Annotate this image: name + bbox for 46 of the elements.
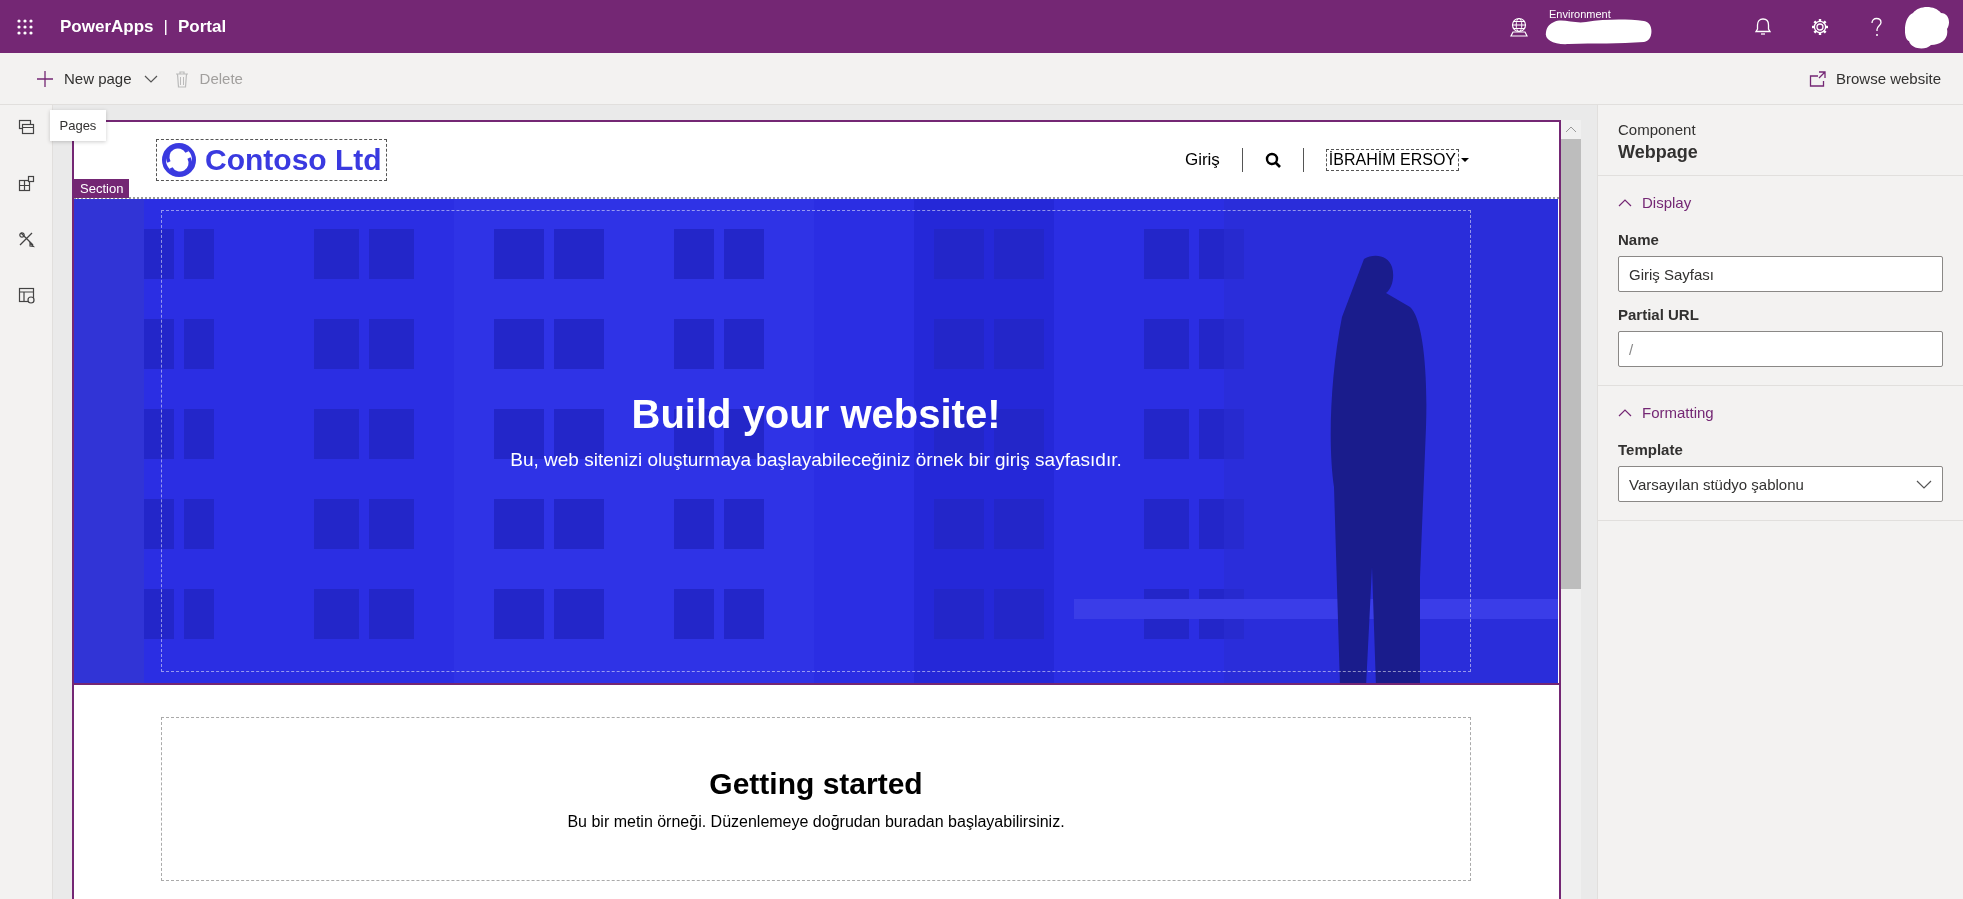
app-name: PowerApps [60,16,154,37]
app-launcher-icon[interactable] [16,17,34,36]
scrollbar-thumb[interactable] [1561,139,1581,589]
browse-website-button[interactable]: Browse website [1800,64,1949,93]
tools-icon[interactable] [17,231,35,248]
field-label: Template [1618,441,1684,458]
field-label: Partial URL [1618,306,1700,323]
chevron-down-icon [143,74,158,83]
text-field[interactable]: / [1618,331,1943,367]
section-toggle[interactable]: Formatting [1618,398,1714,427]
section-toggle[interactable]: Display [1618,188,1692,217]
logo-icon [161,141,197,178]
notification-icon[interactable] [1754,17,1772,36]
hero-subtitle: Bu, web sitenizi oluşturmaya başlayabileceğiniz örnek bir giriş sayfasıdır. [510,448,1122,471]
plus-icon [36,69,54,88]
open-external-icon [1808,70,1826,87]
components-icon[interactable] [17,175,35,192]
caret-icon [1461,157,1469,162]
template-icon[interactable] [17,287,35,304]
globe-icon[interactable] [1508,16,1530,37]
redaction-mark [1905,4,1951,49]
panel-title: Webpage [1618,142,1699,163]
text-field[interactable]: Giriş Sayfası [1618,256,1943,292]
template-dropdown[interactable]: Varsayılan stüdyo şablonu [1618,466,1943,502]
section-heading: Getting started [709,767,923,801]
panel-label: Component [1618,121,1697,138]
title-separator: | [163,16,168,37]
pages-icon[interactable] [17,119,35,136]
settings-icon[interactable] [1810,16,1830,37]
chevron-up-icon [1618,198,1632,207]
trash-icon [173,69,190,88]
search-icon[interactable] [1264,151,1281,168]
new-page-button[interactable]: New page [28,63,166,94]
body-text: Bu bir metin örneği. Düzenlemeye doğrudan buradan başlayabilirsiniz. [567,813,1065,831]
section-label: Section [74,179,130,198]
scrollbar[interactable] [1561,120,1581,899]
nav-link[interactable]: Giriş [1184,149,1220,170]
app-section: Portal [177,16,227,37]
logo[interactable]: Contoso Ltd [156,138,387,181]
environment-label: Environment [1549,7,1611,20]
tooltip: Pages [49,110,107,141]
field-label: Name [1618,231,1660,248]
hero-title: Build your website! [631,391,1001,437]
chevron-down-icon [1916,479,1932,489]
chevron-up-icon [1618,408,1632,417]
help-icon[interactable] [1868,16,1885,37]
